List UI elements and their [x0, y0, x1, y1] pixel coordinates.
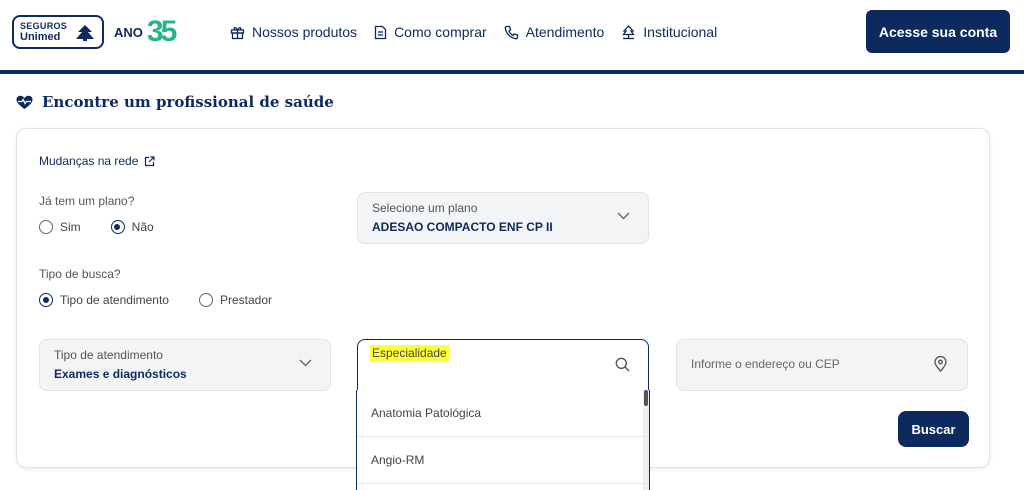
- radio-label: Não: [131, 220, 154, 234]
- nav-item-institutional[interactable]: Institucional: [621, 24, 717, 40]
- radio-button[interactable]: [39, 220, 53, 234]
- nav-item-products[interactable]: Nossos produtos: [230, 24, 357, 40]
- radio-service-type[interactable]: Tipo de atendimento: [39, 293, 169, 307]
- header-divider: [0, 70, 1024, 74]
- dropdown-option[interactable]: Angio-RM: [357, 437, 643, 484]
- search-type-radio-group: Tipo de atendimento Prestador: [39, 293, 272, 307]
- plan-select-value: ADESAO COMPACTO ENF CP II: [372, 220, 553, 234]
- has-plan-radio-group: Sim Não: [39, 220, 154, 234]
- gift-icon: [230, 26, 245, 39]
- has-plan-question: Já tem um plano?: [39, 194, 135, 208]
- nav-label: Institucional: [643, 24, 718, 40]
- brand-logo[interactable]: SEGUROS Unimed ANO 35: [12, 14, 177, 50]
- dropdown-option[interactable]: Anatomia Patológica: [357, 390, 643, 437]
- radio-button-selected[interactable]: [39, 293, 53, 307]
- chevron-down-icon: [299, 359, 312, 367]
- section-heading: Encontre um profissional de saúde: [16, 93, 334, 111]
- unimed-tree-icon: [76, 25, 94, 41]
- nav-label: Como comprar: [394, 24, 487, 40]
- document-icon: [374, 25, 387, 39]
- logo-anniversary-number: 35: [146, 15, 177, 48]
- specialty-dropdown: Anatomia Patológica Angio-RM: [356, 390, 650, 490]
- search-icon[interactable]: [615, 357, 630, 372]
- service-type-value: Exames e diagnósticos: [54, 367, 187, 381]
- network-changes-label: Mudanças na rede: [39, 154, 139, 168]
- network-changes-link[interactable]: Mudanças na rede: [39, 154, 156, 168]
- radio-label: Tipo de atendimento: [60, 293, 169, 307]
- location-pin-icon: [934, 356, 947, 372]
- radio-label: Sim: [60, 220, 81, 234]
- logo-ano-text: ANO: [114, 24, 143, 40]
- main-nav: Nossos produtos Como comprar Atendimento…: [230, 21, 717, 43]
- external-link-icon: [145, 155, 156, 166]
- building-icon: [622, 24, 636, 39]
- radio-nao[interactable]: Não: [110, 220, 154, 234]
- specialty-input[interactable]: Especialidade: [357, 339, 649, 391]
- phone-icon: [504, 25, 518, 39]
- address-placeholder: Informe o endereço ou CEP: [691, 357, 840, 371]
- seguros-unimed-logo: SEGUROS Unimed: [12, 15, 104, 49]
- logo-line2: Unimed: [20, 31, 61, 43]
- nav-label: Atendimento: [525, 24, 605, 40]
- radio-provider[interactable]: Prestador: [198, 293, 272, 307]
- radio-label: Prestador: [219, 293, 272, 307]
- nav-item-how-to-buy[interactable]: Como comprar: [374, 24, 487, 40]
- address-input[interactable]: Informe o endereço ou CEP: [676, 339, 968, 391]
- page-title: Encontre um profissional de saúde: [42, 93, 334, 111]
- radio-button-selected[interactable]: [110, 220, 125, 234]
- plan-select-label: Selecione um plano: [372, 201, 478, 215]
- account-access-button[interactable]: Acesse sua conta: [866, 10, 1010, 53]
- nav-item-support[interactable]: Atendimento: [504, 24, 605, 40]
- service-type-label: Tipo de atendimento: [54, 348, 163, 362]
- service-type-select[interactable]: Tipo de atendimento Exames e diagnóstico…: [39, 339, 331, 391]
- radio-button[interactable]: [198, 293, 213, 307]
- radio-sim[interactable]: Sim: [39, 220, 81, 234]
- chevron-down-icon: [617, 212, 630, 220]
- plan-select[interactable]: Selecione um plano ADESAO COMPACTO ENF C…: [357, 192, 649, 244]
- search-type-question: Tipo de busca?: [39, 267, 121, 281]
- search-button[interactable]: Buscar: [898, 411, 969, 447]
- site-header: SEGUROS Unimed ANO 35 Nossos produtos Co…: [0, 0, 1024, 70]
- dropdown-scrollbar[interactable]: [643, 390, 649, 490]
- nav-label: Nossos produtos: [252, 24, 358, 40]
- heart-pulse-icon: [16, 95, 33, 109]
- scrollbar-thumb[interactable]: [644, 390, 648, 406]
- specialty-label: Especialidade: [370, 345, 449, 362]
